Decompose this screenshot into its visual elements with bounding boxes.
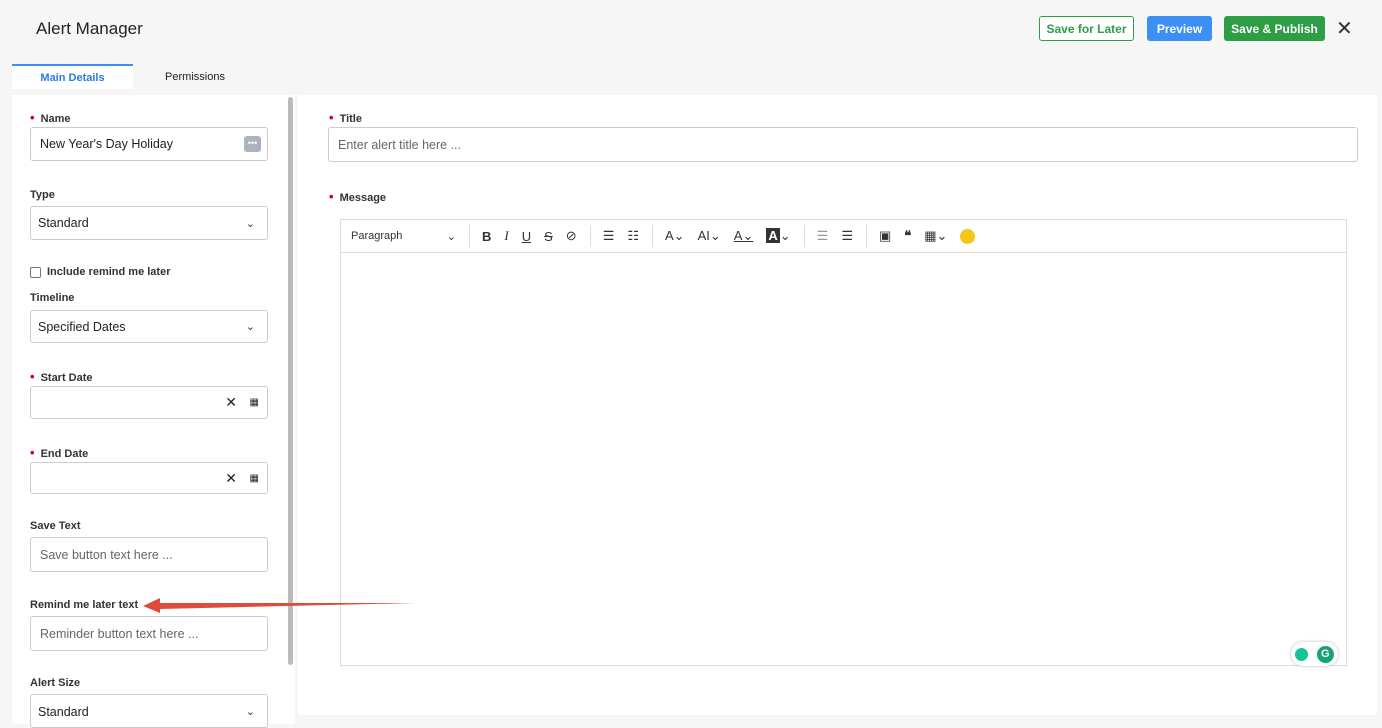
- annotation-arrow: [143, 598, 416, 613]
